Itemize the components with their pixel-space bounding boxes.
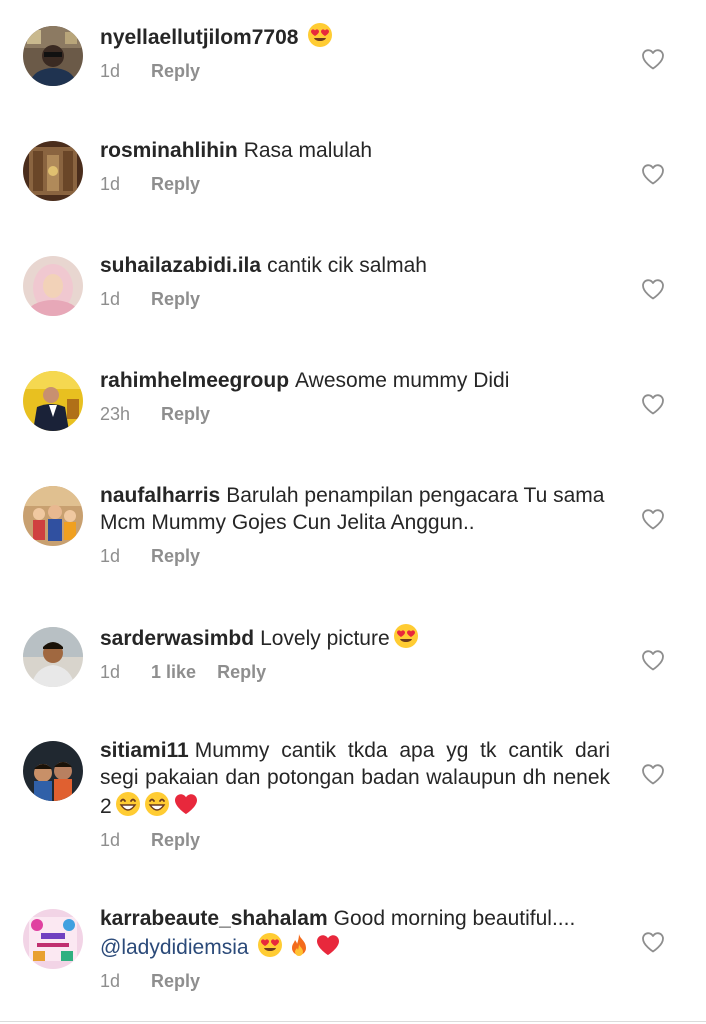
reply-button[interactable]: Reply [217, 662, 266, 683]
grin-emoji-icon [115, 791, 141, 817]
like-heart-icon[interactable] [640, 647, 666, 673]
comment-username[interactable]: suhailazabidi.ila [100, 254, 261, 277]
avatar[interactable] [23, 26, 83, 86]
avatar[interactable] [23, 256, 83, 316]
comment-text: nyellaellutjilom7708 [100, 22, 610, 51]
comment-username[interactable]: sarderwasimbd [100, 627, 254, 650]
grin-emoji-icon [144, 791, 170, 817]
comment-text: karrabeaute_shahalam Good morning beautif… [100, 905, 610, 961]
avatar[interactable] [23, 741, 83, 801]
reply-button[interactable]: Reply [151, 830, 200, 851]
comment-meta: 1d Reply [100, 61, 610, 82]
avatar[interactable] [23, 486, 83, 546]
comment-text: naufalharris Barulah penampilan pengacara… [100, 482, 610, 536]
comment-username[interactable]: sitiami11 [100, 739, 189, 762]
comment-text: rosminahlihin Rasa malulah [100, 137, 610, 164]
comment-username[interactable]: karrabeaute_shahalam [100, 907, 328, 930]
comment-time: 1d [100, 174, 121, 194]
red-heart-emoji-icon [315, 932, 341, 958]
comment-text: sarderwasimbd Lovely picture [100, 623, 610, 652]
comment-time: 1d [100, 61, 121, 81]
comment-time: 23h [100, 404, 131, 424]
like-heart-icon[interactable] [640, 46, 666, 72]
like-heart-icon[interactable] [640, 161, 666, 187]
reply-button[interactable]: Reply [151, 61, 200, 82]
comment-text: rahimhelmeegroup Awesome mummy Didi [100, 367, 610, 394]
comment-body: cantik cik salmah [267, 254, 427, 277]
comment-text: sitiami11 Mummy cantik tkda apa yg tk can… [100, 737, 610, 820]
comment-time: 1d [100, 971, 121, 991]
comment-username[interactable]: rahimhelmeegroup [100, 369, 289, 392]
comment-time: 1d [100, 289, 121, 309]
avatar[interactable] [23, 627, 83, 687]
comment-body: Lovely picture [260, 627, 390, 650]
comment-meta: 1d 1 like Reply [100, 662, 610, 683]
comment-time: 1d [100, 546, 121, 566]
comment-body: Rasa malulah [243, 139, 373, 162]
reply-button[interactable]: Reply [151, 174, 200, 195]
comment-meta: 1d Reply [100, 289, 610, 310]
avatar[interactable] [23, 371, 83, 431]
heart-eyes-emoji-icon [257, 932, 283, 958]
fire-emoji-icon [286, 932, 312, 958]
like-heart-icon[interactable] [640, 761, 666, 787]
avatar[interactable] [23, 909, 83, 969]
comment-username[interactable]: rosminahlihin [100, 139, 238, 162]
like-heart-icon[interactable] [640, 929, 666, 955]
red-heart-emoji-icon [173, 791, 199, 817]
bottom-divider [0, 1021, 706, 1022]
comment-time: 1d [100, 662, 121, 682]
comment-body: Awesome mummy Didi [295, 369, 510, 392]
like-heart-icon[interactable] [640, 391, 666, 417]
comment-meta: 1d Reply [100, 174, 610, 195]
comment-body: Good morning beautiful.... [333, 907, 576, 930]
comment-meta: 1d Reply [100, 546, 610, 567]
heart-eyes-emoji-icon [393, 623, 419, 649]
reply-button[interactable]: Reply [151, 289, 200, 310]
reply-button[interactable]: Reply [151, 971, 200, 992]
reply-button[interactable]: Reply [151, 546, 200, 567]
comment-meta: 23h Reply [100, 404, 610, 425]
comment-username[interactable]: naufalharris [100, 484, 220, 507]
avatar[interactable] [23, 141, 83, 201]
comment-text: suhailazabidi.ila cantik cik salmah [100, 252, 610, 279]
comment-meta: 1d Reply [100, 830, 610, 851]
heart-eyes-emoji-icon [307, 22, 333, 48]
like-count[interactable]: 1 like [151, 662, 196, 683]
like-heart-icon[interactable] [640, 276, 666, 302]
comment-meta: 1d Reply [100, 971, 610, 992]
like-heart-icon[interactable] [640, 506, 666, 532]
mention-link[interactable]: @ladydidiemsia [100, 936, 249, 959]
comment-username[interactable]: nyellaellutjilom7708 [100, 26, 298, 49]
comment-time: 1d [100, 830, 121, 850]
reply-button[interactable]: Reply [161, 404, 210, 425]
